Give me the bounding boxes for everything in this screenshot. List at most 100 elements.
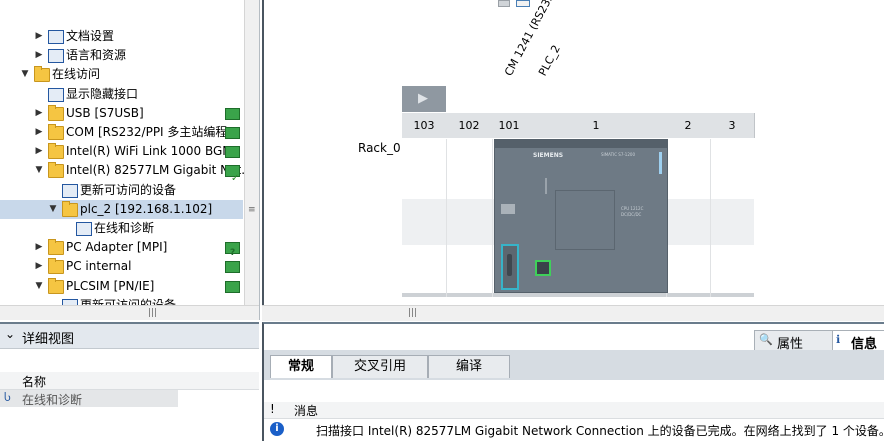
slot-header: 1: [526, 113, 667, 138]
message-text: 扫描接口 Intel(R) 82577LM Gigabit Network Co…: [316, 424, 884, 438]
comm-module-plate: [501, 204, 515, 214]
expanded-arrow-icon[interactable]: ▼: [20, 65, 30, 84]
tree-item-label: 文档设置: [66, 29, 115, 43]
cpu-family-label: SIMATIC S7-1200: [601, 152, 635, 157]
network-adapter-icon: [225, 280, 240, 293]
tree-item-label: Intel(R) WiFi Link 1000 BGN: [66, 144, 232, 159]
slot-header: 101: [492, 113, 527, 138]
network-adapter-icon: [225, 261, 240, 274]
tree-item-label: PC internal: [66, 259, 132, 274]
globe-icon: [48, 49, 64, 64]
tree-item[interactable]: ▼ plc_2 [192.168.1.102]: [0, 199, 243, 219]
message-header: ! 消息: [264, 402, 884, 419]
diagnostics-icon: Ⴑ: [4, 391, 11, 404]
diagnostics-icon: [76, 222, 92, 236]
slot-header: 3: [710, 113, 755, 138]
detail-row[interactable]: Ⴑ 在线和诊断: [0, 390, 178, 407]
collapsed-arrow-icon[interactable]: ▶: [34, 257, 44, 276]
folder-icon: [48, 162, 64, 179]
network-adapter-icon: [225, 146, 240, 159]
profinet-port-icon[interactable]: [535, 260, 551, 276]
properties-tab[interactable]: 🔍 属性: [754, 330, 834, 352]
info-tab-icon: ℹ: [836, 333, 841, 346]
expand-modules-button[interactable]: ▶: [402, 86, 446, 112]
project-tree: ▶ 文档设置 ▶ 语言和资源 ▼ 在线访问 显示隐藏接口 ▶ USB [S7USB] ▶ COM […: [0, 0, 260, 320]
tree-item-label: USB [S7USB]: [66, 105, 144, 120]
detail-row-label: 在线和诊断: [22, 393, 83, 407]
tree-item-label: plc_2 [192.168.1.102]: [80, 201, 213, 216]
tree-item-label: 在线和诊断: [94, 221, 155, 235]
properties-icon: 🔍: [759, 333, 773, 346]
inspector-panel: 🔍 属性 ℹ 信息 常规 交叉引用 编译 ! 消息 i 扫描接口 Intel(R) …: [262, 322, 884, 441]
tree-item[interactable]: ▶ PC Adapter [MPI]?: [0, 238, 243, 258]
slot-header: 2: [666, 113, 711, 138]
siemens-logo: SIEMENS: [533, 152, 564, 159]
tree-item[interactable]: ▶ 文档设置: [0, 27, 243, 46]
tree-item-label: COM [RS232/PPI 多主站编程...: [66, 125, 239, 139]
inspector-tab[interactable]: 交叉引用: [332, 355, 428, 378]
toolbar-button[interactable]: [498, 0, 510, 7]
message-row[interactable]: i 扫描接口 Intel(R) 82577LM Gigabit Network …: [264, 419, 884, 441]
tree-item[interactable]: ▼ PLCSIM [PN/IE]: [0, 277, 243, 296]
tree-item[interactable]: ▶ PC internal: [0, 257, 243, 276]
rs232-port-icon[interactable]: [501, 244, 519, 290]
collapsed-arrow-icon[interactable]: ▶: [34, 142, 44, 161]
expanded-arrow-icon[interactable]: ▼: [34, 161, 44, 180]
inspector-tab[interactable]: 常规: [270, 355, 332, 378]
folder-icon: [48, 104, 64, 121]
collapsed-arrow-icon[interactable]: ▶: [34, 104, 44, 123]
doc-settings-icon: [48, 30, 64, 44]
info-icon: i: [270, 422, 284, 436]
tree-horizontal-scrollbar[interactable]: |||: [0, 305, 259, 320]
inspector-spacer: [264, 380, 884, 402]
inspector-tab[interactable]: 编译: [428, 355, 510, 378]
tree-item[interactable]: ▶ 语言和资源: [0, 46, 243, 65]
tree-item[interactable]: 更新可访问的设备: [0, 181, 243, 200]
slot-header: 103: [402, 113, 447, 138]
canvas-horizontal-scrollbar[interactable]: |||: [262, 305, 884, 321]
folder-icon: [48, 239, 64, 256]
tree-item-label: PLCSIM [PN/IE]: [66, 278, 155, 293]
folder-icon: [48, 277, 64, 294]
tree-item[interactable]: 在线和诊断: [0, 219, 243, 238]
cpu-panel: [555, 190, 615, 250]
slot-header: 102: [446, 113, 493, 138]
tree-vertical-scrollbar[interactable]: ≡: [244, 0, 259, 305]
folder-icon: [48, 143, 64, 160]
show-hidden-interfaces-icon: [48, 87, 64, 102]
tree-item-label: 更新可访问的设备: [80, 182, 177, 197]
online-access-folder-icon: [34, 66, 50, 83]
cpu-module[interactable]: SIEMENS SIMATIC S7-1200 CPU 1212C DC/DC/…: [494, 139, 668, 293]
collapsed-arrow-icon[interactable]: ▶: [34, 46, 44, 65]
hscroll-grip-icon: |||: [408, 308, 418, 318]
col-flag-label: !: [270, 402, 275, 416]
detail-view-panel: ⌄ 详细视图 名称 Ⴑ 在线和诊断: [0, 322, 259, 441]
folder-icon: [62, 200, 78, 217]
tree-item[interactable]: ▼ Intel(R) 82577LM Gigabit Net... ✓: [0, 161, 253, 184]
hscroll-grip-icon: |||: [148, 308, 158, 318]
status-led-icon: [659, 152, 662, 174]
tree-item[interactable]: ▼ 在线访问: [0, 65, 243, 84]
toolbar-button[interactable]: [516, 0, 530, 7]
tree-item[interactable]: ▶ Intel(R) WiFi Link 1000 BGN: [0, 142, 243, 161]
tree-item-label: 语言和资源: [66, 48, 127, 63]
folder-icon: [48, 258, 64, 275]
detail-view-header[interactable]: ⌄ 详细视图: [0, 324, 259, 349]
tree-item-label: PC Adapter [MPI]: [66, 240, 168, 255]
expanded-arrow-icon[interactable]: ▼: [34, 277, 44, 296]
detail-column-header: 名称: [0, 372, 259, 390]
collapsed-arrow-icon[interactable]: ▶: [34, 123, 44, 142]
network-adapter-icon: [225, 127, 240, 139]
column-name-label: 名称: [22, 375, 47, 389]
tree-item[interactable]: ▶ COM [RS232/PPI 多主站编程...: [0, 123, 243, 142]
collapse-chevron-icon[interactable]: ⌄: [5, 327, 15, 341]
tree-item-label: 在线访问: [52, 67, 101, 82]
expanded-arrow-icon[interactable]: ▼: [48, 200, 58, 219]
device-view-canvas[interactable]: CM 1241 (RS232)_ PLC_2 ▶ 103 102 101 1 2 3 Ra…: [262, 0, 884, 305]
tree-item[interactable]: ▶ USB [S7USB]: [0, 104, 243, 123]
tree-item[interactable]: 显示隐藏接口: [0, 85, 243, 104]
collapsed-arrow-icon[interactable]: ▶: [34, 238, 44, 257]
info-tab[interactable]: ℹ 信息: [832, 330, 884, 352]
collapsed-arrow-icon[interactable]: ▶: [34, 27, 44, 46]
folder-icon: [48, 124, 64, 140]
